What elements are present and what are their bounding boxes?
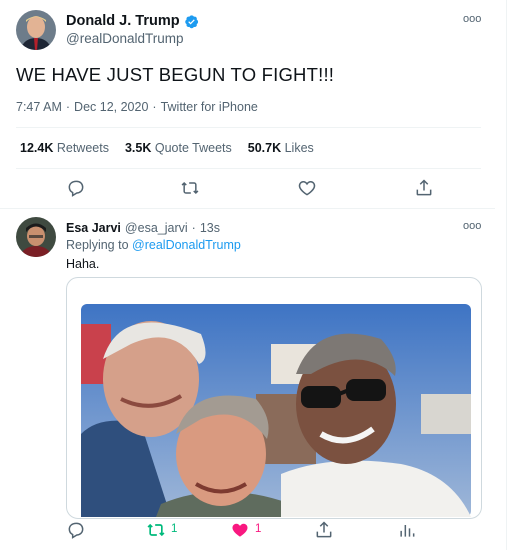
meta-separator: · [65, 100, 71, 114]
quote-tweets-label: Quote Tweets [154, 141, 232, 155]
replying-to-link[interactable]: @realDonaldTrump [132, 238, 241, 252]
likes-stat[interactable]: 50.7K Likes [248, 141, 314, 155]
retweets-count: 12.4K [20, 141, 54, 155]
likes-count: 50.7K [247, 141, 282, 155]
share-icon[interactable] [414, 178, 434, 198]
quote-tweets-count: 3.5K [124, 141, 152, 155]
more-icon[interactable]: ooo [463, 221, 481, 232]
replying-prefix: Replying to [66, 238, 129, 252]
likes-label: Likes [284, 141, 314, 155]
retweet-count: 1 [171, 523, 178, 535]
divider [16, 127, 481, 128]
meta-separator: · [152, 100, 157, 114]
timeline: Donald J. Trump @realDonaldTrump ooo WE … [0, 0, 507, 550]
header-separator: · [191, 221, 196, 235]
author-handle[interactable]: @esa_jarvi [125, 221, 188, 235]
verified-badge-icon [184, 14, 199, 29]
share-icon[interactable] [314, 520, 334, 540]
reply-icon[interactable] [66, 520, 86, 540]
tweet-text: WE HAVE JUST BEGUN TO FIGHT!!! [16, 64, 335, 85]
avatar[interactable] [16, 217, 56, 257]
tweet-source[interactable]: Twitter for iPhone [161, 100, 258, 114]
tweet-meta: 7:47 AM · Dec 12, 2020 · Twitter for iPh… [16, 100, 258, 114]
main-tweet: Donald J. Trump @realDonaldTrump ooo WE … [0, 0, 495, 209]
like-count: 1 [255, 523, 262, 535]
reply-icon[interactable] [66, 178, 86, 198]
tweet-age[interactable]: 13s [200, 221, 220, 235]
divider [16, 168, 481, 169]
more-icon[interactable]: ooo [463, 14, 481, 25]
author-name-row: Donald J. Trump [66, 13, 199, 29]
media-photo[interactable] [66, 277, 482, 519]
reply-header: Esa Jarvi @esa_jarvi · 13s [66, 221, 220, 235]
heart-icon[interactable] [297, 178, 317, 198]
replying-to: Replying to @realDonaldTrump [66, 238, 241, 252]
tweet-time[interactable]: 7:47 AM [16, 100, 62, 114]
author-handle[interactable]: @realDonaldTrump [66, 31, 184, 46]
tweet-stats: 12.4K Retweets 3.5K Quote Tweets 50.7K L… [20, 141, 314, 155]
retweet-icon[interactable] [180, 178, 200, 198]
retweets-stat[interactable]: 12.4K Retweets [20, 141, 109, 155]
reply-tweet: Esa Jarvi @esa_jarvi · 13s ooo Replying … [0, 209, 495, 550]
tweet-actions: 1 1 [0, 520, 495, 542]
retweets-label: Retweets [56, 141, 109, 155]
quote-tweets-stat[interactable]: 3.5K Quote Tweets [125, 141, 232, 155]
photo-image [81, 304, 471, 517]
avatar[interactable] [16, 10, 56, 50]
analytics-icon[interactable] [397, 520, 417, 540]
tweet-text: Haha. [66, 257, 100, 271]
author-name[interactable]: Esa Jarvi [66, 221, 121, 235]
tweet-date[interactable]: Dec 12, 2020 [74, 100, 148, 114]
author-name[interactable]: Donald J. Trump [66, 13, 180, 29]
heart-icon[interactable] [230, 520, 250, 540]
tweet-actions [0, 178, 495, 200]
retweet-icon[interactable] [146, 520, 166, 540]
